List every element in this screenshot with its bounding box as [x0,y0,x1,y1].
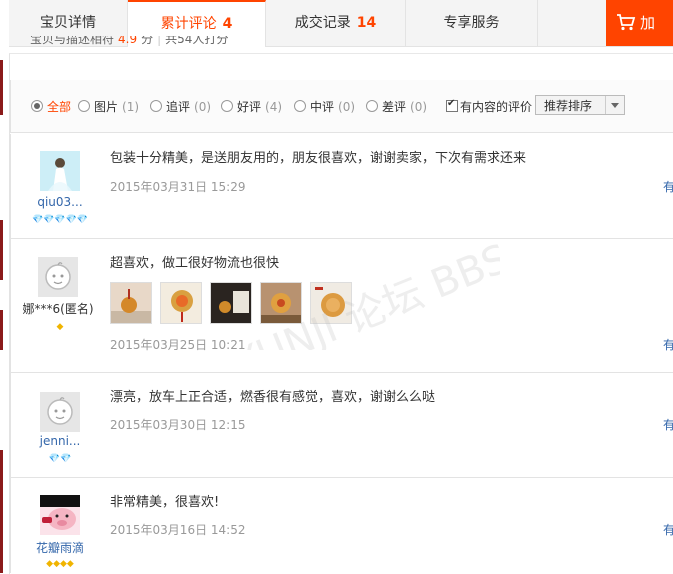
filter-count: (0) [338,100,356,114]
filter-count: (1) [122,100,140,114]
review-row: qiu03... 💎💎💎💎💎 包装十分精美，是送朋友用的，朋友很喜欢，谢谢卖家，… [10,134,673,239]
review-row: 花瓣雨滴 ◆◆◆◆ 非常精美，很喜欢! 2015年03月16日 14:52 有 [10,478,673,573]
review-date: 2015年03月25日 10:21 [110,338,246,352]
review-date: 2015年03月16日 14:52 [110,523,246,537]
review-content: 非常精美，很喜欢! [110,495,220,510]
radio-button[interactable] [221,100,233,112]
user-avatar[interactable] [38,257,78,297]
user-level-badge: ◆◆◆◆ [46,559,74,569]
filter-label: 中评 [310,100,335,114]
left-page-edge [0,0,7,573]
filter-count: (4) [265,100,283,114]
checkbox[interactable] [446,98,458,112]
add-to-cart-button[interactable]: 加 [606,0,673,46]
user-name[interactable]: qiu03... [20,195,100,209]
score-unit: 分 [141,36,154,46]
radio-button[interactable] [150,100,162,112]
review-row: jenni... 💎💎 漂亮，放车上正合适，燃香很有感觉，喜欢，谢谢么么哒 20… [10,373,673,478]
cart-button-label: 加 [640,14,656,32]
default-avatar-icon [38,257,78,297]
filter-label: 好评 [237,100,262,114]
review-date: 2015年03月31日 15:29 [110,180,246,194]
filter-neutral[interactable]: 中评 (0) [294,98,355,114]
filter-all[interactable]: 全部 [31,98,71,114]
filter-has-content[interactable]: 有内容的评价 [446,98,532,114]
user-avatar[interactable] [40,495,80,535]
tab-label: 宝贝详情 [40,15,96,31]
review-helpful-link[interactable]: 有 [663,416,673,433]
score-label: 宝贝与描述相符 [30,36,115,46]
review-row: 娜***6(匿名) ◆ 超喜欢，做工很好物流也很快 2015年03月25日 10… [10,239,673,373]
user-level-badge: 💎💎 [48,454,72,464]
radio-button[interactable] [366,100,378,112]
score-total: 共54人打分 [165,36,229,46]
review-helpful-link[interactable]: 有 [663,521,673,538]
tab-services[interactable]: 专享服务 [406,0,538,46]
user-avatar[interactable] [40,392,80,432]
review-photo[interactable] [160,282,202,324]
filter-label: 差评 [382,100,407,114]
filter-label: 追评 [166,100,191,114]
radio-button[interactable] [294,100,306,112]
review-content: 超喜欢，做工很好物流也很快 [110,256,280,271]
review-photo[interactable] [260,282,302,324]
user-name[interactable]: 娜***6(匿名) [18,300,98,317]
filter-label: 全部 [47,100,72,114]
filter-label: 图片 [94,100,119,114]
review-photo[interactable] [110,282,152,324]
review-content: 漂亮，放车上正合适，燃香很有感觉，喜欢，谢谢么么哒 [110,390,436,405]
sort-select-value: 推荐排序 [544,99,593,113]
avatar-image [40,151,80,191]
score-value: 4.9 [118,36,138,46]
transaction-count: 14 [356,15,377,31]
user-name[interactable]: jenni... [20,434,100,448]
chevron-down-icon [605,96,624,114]
review-photo[interactable] [210,282,252,324]
review-helpful-link[interactable]: 有 [663,178,673,195]
filter-positive[interactable]: 好评 (4) [221,98,282,114]
user-avatar[interactable] [40,151,80,191]
review-date: 2015年03月30日 12:15 [110,418,246,432]
review-photo[interactable] [310,282,352,324]
sort-select[interactable]: 推荐排序 [535,95,625,115]
filter-count: (0) [410,100,428,114]
cart-icon [617,14,636,31]
photo-image [161,283,201,323]
review-content: 包装十分精美，是送朋友用的，朋友很喜欢，谢谢卖家，下次有需求还来 [110,151,527,166]
radio-button[interactable] [31,100,43,112]
avatar-image [40,495,80,535]
tab-label: 累计评论 [160,16,217,32]
tab-label: 专享服务 [443,15,500,31]
user-level-badge: ◆ [56,322,64,332]
user-level-badge: 💎💎💎💎💎 [31,215,89,225]
review-count: 4 [222,16,233,32]
tab-transactions[interactable]: 成交记录 14 [266,0,406,46]
photo-image [311,283,351,323]
filter-images[interactable]: 图片 (1) [78,98,139,114]
photo-image [261,283,301,323]
review-helpful-link[interactable]: 有 [663,336,673,353]
default-avatar-icon [40,392,80,432]
photo-image [111,283,151,323]
user-name[interactable]: 花瓣雨滴 [20,539,100,556]
filter-followup[interactable]: 追评 (0) [150,98,211,114]
filter-label: 有内容的评价 [460,100,533,114]
filter-count: (0) [194,100,212,114]
score-summary: 宝贝与描述相符 4.9 分 | 共54人打分 [30,36,228,52]
filter-negative[interactable]: 差评 (0) [366,98,427,114]
radio-button[interactable] [78,100,90,112]
photo-image [211,283,251,323]
tab-label: 成交记录 [294,15,351,31]
